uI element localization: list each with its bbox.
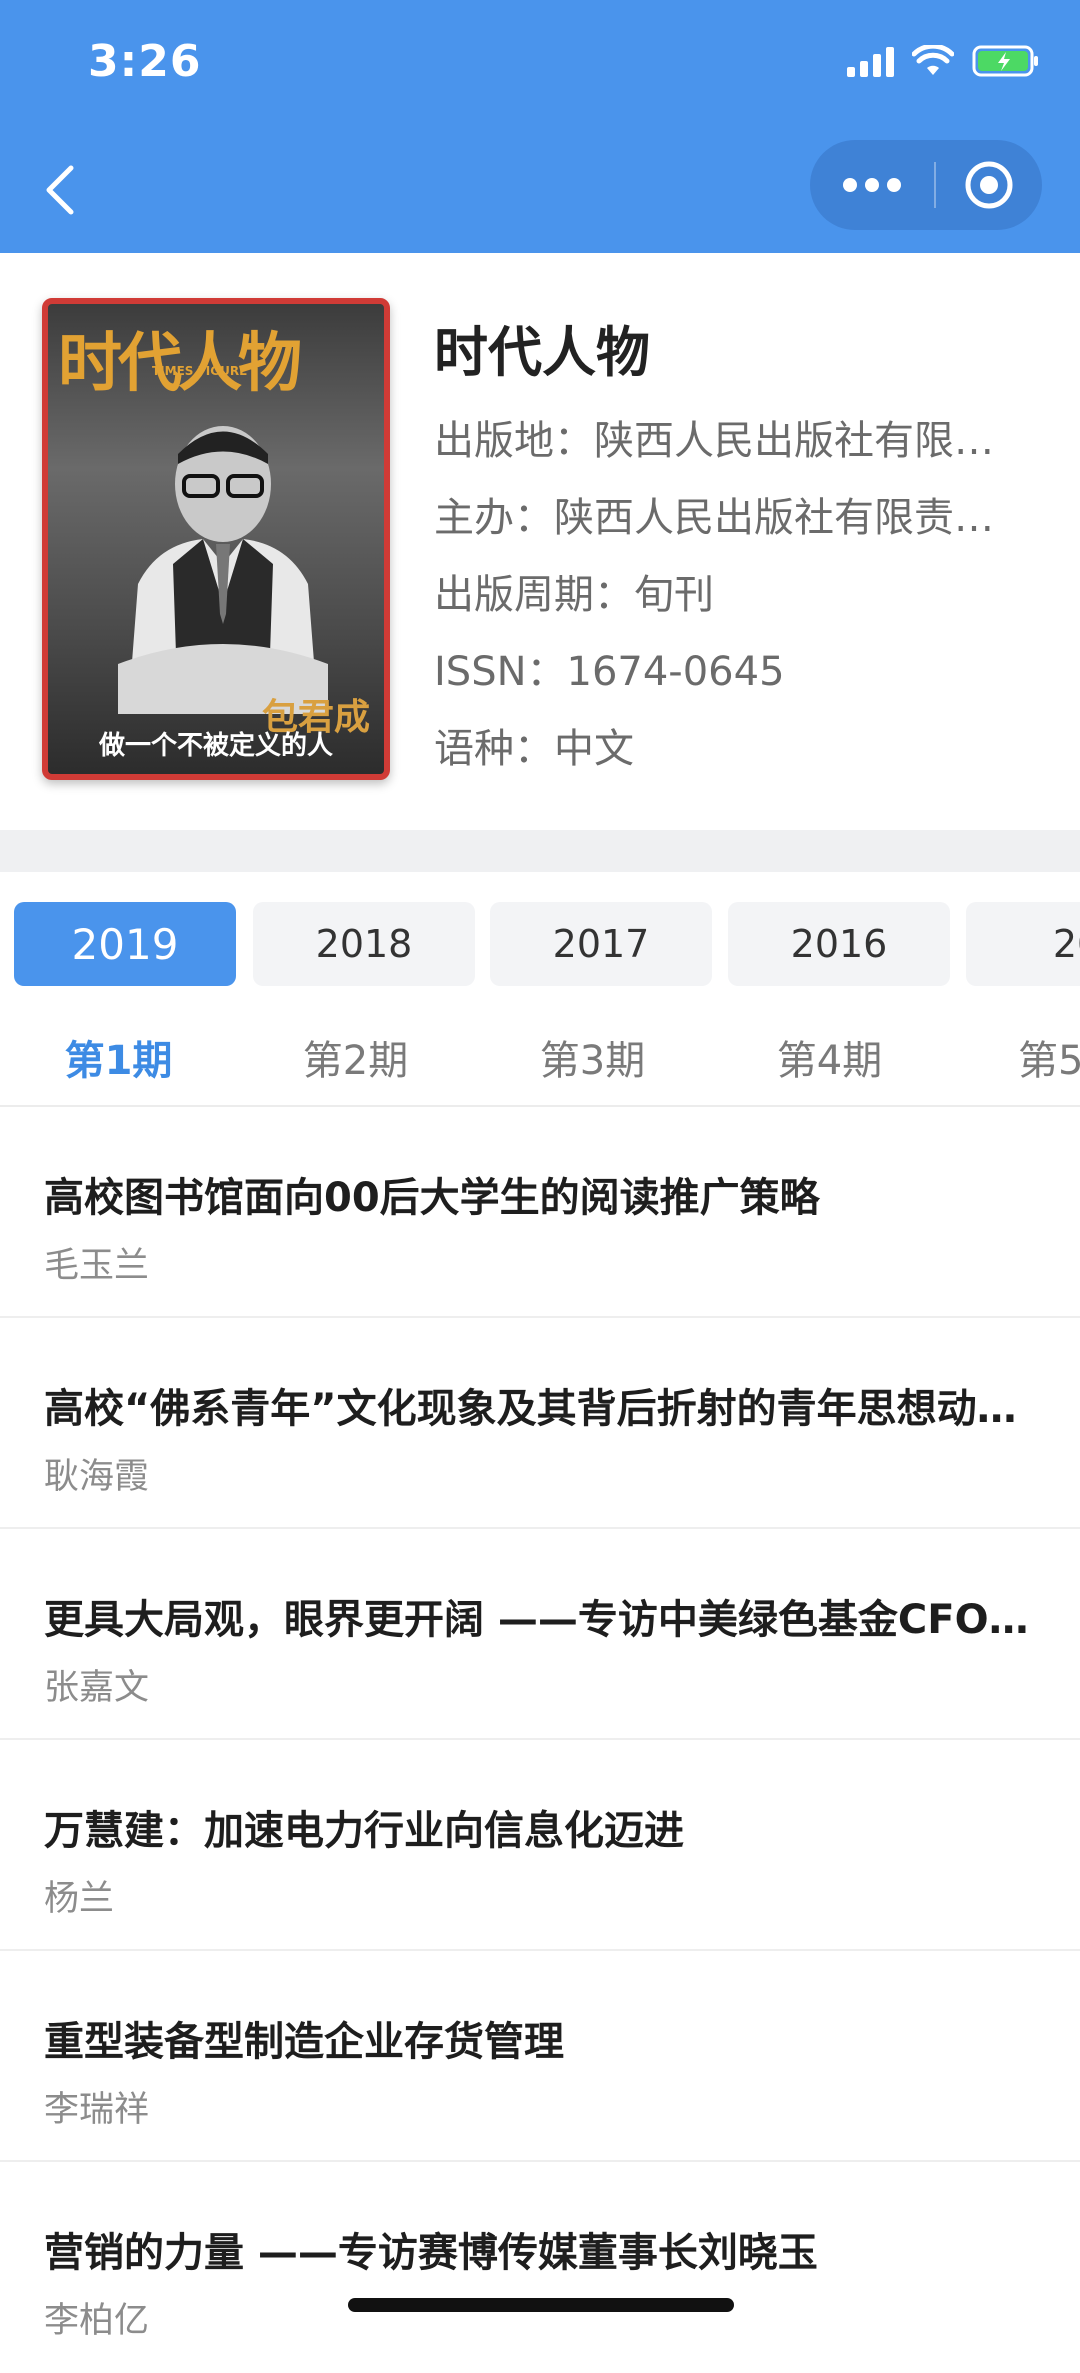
article-title: 高校“佛系青年”文化现象及其背后折射的青年思想动… bbox=[44, 1386, 1017, 1432]
year-tab-2016[interactable]: 2016 bbox=[728, 902, 950, 986]
issue-tab-3[interactable]: 第3期 bbox=[474, 1026, 711, 1096]
language: 语种：中文 bbox=[434, 726, 634, 772]
journal-details: 时代人物 出版地：陕西人民出版社有限… 主办：陕西人民出版社有限责… 出版周期：… bbox=[434, 313, 1044, 788]
wifi-icon bbox=[912, 45, 954, 75]
article-item[interactable]: 高校“佛系青年”文化现象及其背后折射的青年思想动… 耿海霞 bbox=[0, 1318, 1080, 1529]
header-bar: 3:26 bbox=[0, 0, 1080, 253]
year-tab-2017[interactable]: 2017 bbox=[490, 902, 712, 986]
year-tab-2015[interactable]: 20 bbox=[966, 902, 1080, 986]
signal-icon bbox=[847, 45, 894, 77]
year-tab-2018[interactable]: 2018 bbox=[253, 902, 475, 986]
cover-masthead-sub: TIMES FIGURE bbox=[152, 364, 248, 378]
home-indicator[interactable] bbox=[348, 2298, 734, 2312]
section-divider bbox=[0, 830, 1080, 872]
article-author: 杨兰 bbox=[44, 1879, 115, 1919]
journal-cover-image: 时代人物 TIMES FIGURE 包君成 做一个不被定义的人 bbox=[42, 298, 390, 780]
article-item[interactable]: 万慧建：加速电力行业向信息化迈进 杨兰 bbox=[0, 1740, 1080, 1951]
issue-tab-1[interactable]: 第1期 bbox=[0, 1026, 237, 1096]
sponsor: 主办：陕西人民出版社有限责… bbox=[434, 495, 994, 541]
article-title: 更具大局观，眼界更开阔 ——专访中美绿色基金CFO… bbox=[44, 1597, 1029, 1643]
issn: ISSN：1674-0645 bbox=[434, 649, 785, 695]
article-title: 重型装备型制造企业存货管理 bbox=[44, 2019, 564, 2065]
article-title: 高校图书馆面向00后大学生的阅读推广策略 bbox=[44, 1175, 820, 1221]
back-button[interactable] bbox=[30, 150, 90, 230]
article-author: 李瑞祥 bbox=[44, 2090, 150, 2130]
article-list: 高校图书馆面向00后大学生的阅读推广策略 毛玉兰 高校“佛系青年”文化现象及其背… bbox=[0, 1107, 1080, 2373]
article-author: 毛玉兰 bbox=[44, 1246, 150, 1286]
article-item[interactable]: 高校图书馆面向00后大学生的阅读推广策略 毛玉兰 bbox=[0, 1107, 1080, 1318]
close-button[interactable] bbox=[936, 140, 1042, 230]
battery-icon bbox=[972, 45, 1038, 77]
target-circle-icon bbox=[965, 161, 1013, 209]
status-time: 3:26 bbox=[88, 36, 202, 87]
article-item[interactable]: 更具大局观，眼界更开阔 ——专访中美绿色基金CFO… 张嘉文 bbox=[0, 1529, 1080, 1740]
article-author: 李柏亿 bbox=[44, 2301, 150, 2341]
mini-program-capsule bbox=[810, 140, 1042, 230]
article-item[interactable]: 重型装备型制造企业存货管理 李瑞祥 bbox=[0, 1951, 1080, 2162]
journal-info-card: 时代人物 TIMES FIGURE 包君成 做一个不被定义的人 时代人物 出版地… bbox=[0, 253, 1080, 830]
cover-slogan: 做一个不被定义的人 bbox=[98, 731, 333, 761]
publisher-place: 出版地：陕西人民出版社有限… bbox=[434, 418, 994, 464]
cover-masthead: 时代人物 bbox=[58, 326, 302, 401]
year-tabs: 2019 2018 2017 2016 20 bbox=[0, 872, 1080, 1012]
journal-title: 时代人物 bbox=[434, 321, 650, 384]
publication-frequency: 出版周期：旬刊 bbox=[434, 572, 714, 618]
article-author: 张嘉文 bbox=[44, 1668, 150, 1708]
status-icons bbox=[847, 44, 1040, 78]
article-title: 万慧建：加速电力行业向信息化迈进 bbox=[44, 1808, 684, 1854]
issue-tabs: 第1期 第2期 第3期 第4期 第5 bbox=[0, 1012, 1080, 1107]
issue-tab-2[interactable]: 第2期 bbox=[237, 1026, 474, 1096]
chevron-left-icon bbox=[46, 165, 74, 215]
more-dots-icon bbox=[843, 178, 901, 192]
article-item[interactable]: 营销的力量 ——专访赛博传媒董事长刘晓玉 李柏亿 bbox=[0, 2162, 1080, 2373]
year-tab-2019[interactable]: 2019 bbox=[14, 902, 236, 986]
article-author: 耿海霞 bbox=[44, 1457, 150, 1497]
cover-portrait bbox=[118, 426, 328, 714]
issue-tab-4[interactable]: 第4期 bbox=[711, 1026, 948, 1096]
issue-tab-5[interactable]: 第5 bbox=[948, 1026, 1080, 1096]
more-button[interactable] bbox=[810, 140, 934, 230]
article-title: 营销的力量 ——专访赛博传媒董事长刘晓玉 bbox=[44, 2230, 818, 2276]
